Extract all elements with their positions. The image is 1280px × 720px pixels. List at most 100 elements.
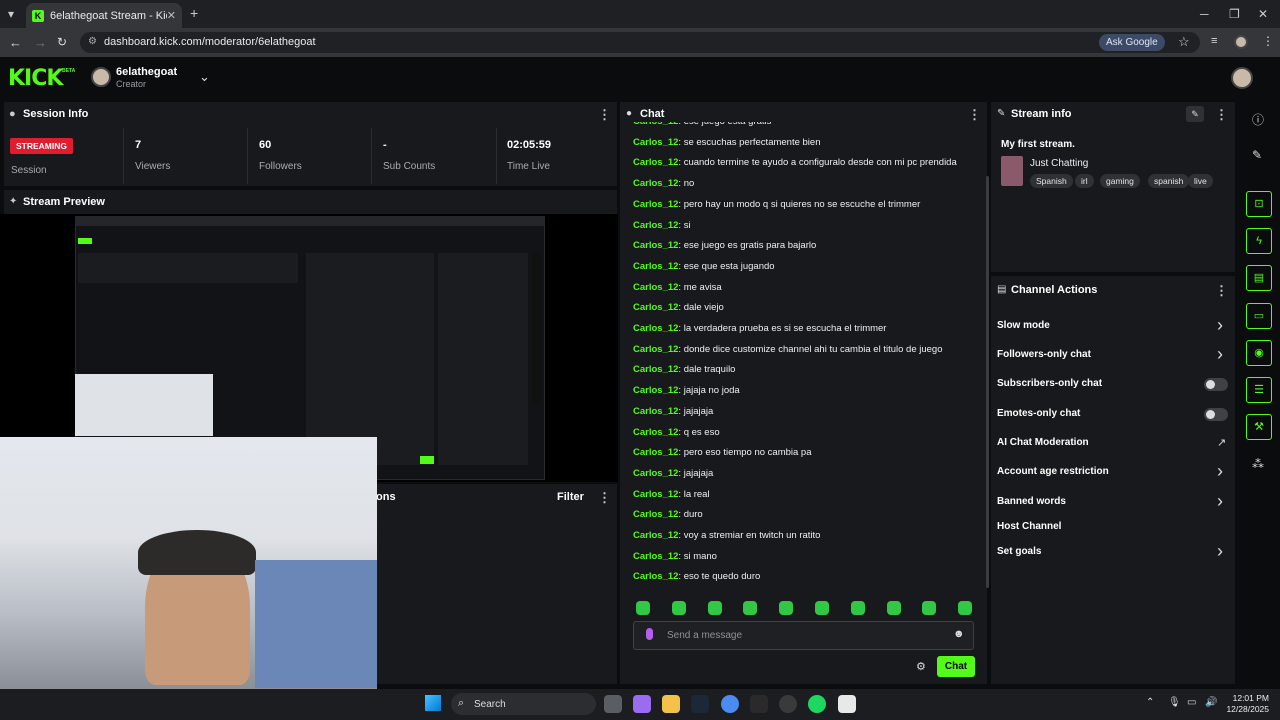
layout-icon[interactable]: ☰ [1246,377,1272,403]
new-tab-icon[interactable]: + [190,5,198,21]
spotify-icon[interactable] [808,695,826,713]
chat-username[interactable]: Carlos_12 [633,122,678,127]
file-explorer-icon[interactable] [662,695,680,713]
chat-username[interactable]: Carlos_12 [633,364,678,375]
close-tab-icon[interactable]: ✕ [167,9,176,22]
browser-menu-icon[interactable]: ⋮ [1262,34,1274,48]
channel-actions-menu-icon[interactable]: ⋮ [1215,283,1228,299]
chat-icon[interactable]: ▭ [1246,303,1272,329]
mic-icon[interactable] [646,628,653,640]
chat-message[interactable]: Carlos_12: no [633,178,694,189]
chat-message[interactable]: Carlos_12: jajajaja [633,468,713,479]
toggle-switch[interactable] [1204,378,1228,391]
emote-quick-icon[interactable] [707,601,722,615]
emote-quick-icon[interactable] [958,601,973,615]
url-field[interactable]: dashboard.kick.com/moderator/6elathegoat [80,32,1200,53]
chat-message[interactable]: Carlos_12: si mano [633,551,717,562]
emoji-picker-icon[interactable]: ☻ [953,628,965,640]
site-info-icon[interactable]: ⚙ [88,36,97,47]
emote-quick-icon[interactable] [743,601,758,615]
chat-username[interactable]: Carlos_12 [633,344,678,355]
kick-logo[interactable]: KICK [8,66,63,91]
media-icon[interactable]: ≡ [1211,35,1217,47]
chat-scrollbar[interactable] [986,176,989,588]
capcut-icon[interactable] [838,695,856,713]
chat-username[interactable]: Carlos_12 [633,447,678,458]
restore-icon[interactable]: ❐ [1229,7,1240,21]
more-tools-icon[interactable]: ⁂ [1252,457,1264,471]
channel-action-slow-mode[interactable]: Slow mode [997,320,1050,331]
chat-message[interactable]: Carlos_12: pero eso tiempo no cambia pa [633,447,812,458]
chat-username[interactable]: Carlos_12 [633,302,678,313]
chat-username[interactable]: Carlos_12 [633,571,678,582]
toggle-switch[interactable] [1204,408,1228,421]
tray-network-icon[interactable]: ▭ [1187,697,1196,708]
chat-settings-gear-icon[interactable]: ⚙ [916,660,926,673]
chat-username[interactable]: Carlos_12 [633,323,678,334]
channel-action-account-age-restriction[interactable]: Account age restriction [997,466,1109,477]
chat-message[interactable]: Carlos_12: q es eso [633,427,720,438]
camera-icon[interactable]: ⊡ [1246,191,1272,217]
chat-username[interactable]: Carlos_12 [633,530,678,541]
send-chat-button[interactable]: Chat [937,656,975,677]
chat-message[interactable]: Carlos_12: jajaja no joda [633,385,740,396]
copilot-icon[interactable] [633,695,651,713]
channel-action-host-channel[interactable]: Host Channel [997,521,1061,532]
chat-username[interactable]: Carlos_12 [633,427,678,438]
chat-message[interactable]: Carlos_12: duro [633,509,703,520]
profile-avatar[interactable] [1234,35,1248,49]
chat-message[interactable]: Carlos_12: voy a stremiar en twitch un r… [633,530,820,541]
stream-info-menu-icon[interactable]: ⋮ [1215,107,1228,123]
chat-message[interactable]: Carlos_12: pero hay un modo q si quieres… [633,199,920,210]
chat-menu-icon[interactable]: ⋮ [968,107,981,123]
bookmark-star-icon[interactable]: ☆ [1178,34,1190,50]
chat-username[interactable]: Carlos_12 [633,385,678,396]
chat-username[interactable]: Carlos_12 [633,199,678,210]
chat-username[interactable]: Carlos_12 [633,509,678,520]
chat-message[interactable]: Carlos_12: ese juego es gratis para baja… [633,240,816,251]
chat-message[interactable]: Carlos_12: la real [633,489,710,500]
clock-date[interactable]: 12/28/2025 [1225,704,1269,714]
chat-username[interactable]: Carlos_12 [633,551,678,562]
external-link-icon[interactable]: ↗ [1217,436,1226,449]
tray-volume-icon[interactable]: 🔊 [1205,697,1217,708]
chat-message[interactable]: Carlos_12: dale viejo [633,302,724,313]
chevron-right-icon[interactable]: › [1217,344,1223,365]
taskbar-search-box[interactable] [451,693,596,715]
chat-message[interactable]: Carlos_12: si [633,220,691,231]
emote-quick-icon[interactable] [671,601,686,615]
chat-message[interactable]: Carlos_12: eso te quedo duro [633,571,760,582]
chat-message[interactable]: Carlos_12: dale traquilo [633,364,735,375]
chat-username[interactable]: Carlos_12 [633,157,678,168]
document-icon[interactable]: ▤ [1246,265,1272,291]
back-icon[interactable]: ← [9,35,22,50]
emote-quick-icon[interactable] [636,601,650,615]
tools-icon[interactable]: ⚒ [1246,414,1272,440]
channel-action-followers-only-chat[interactable]: Followers-only chat [997,349,1091,360]
chevron-right-icon[interactable]: › [1217,541,1223,562]
chat-username[interactable]: Carlos_12 [633,220,678,231]
epic-games-icon[interactable] [750,695,768,713]
chat-message[interactable]: Carlos_12: cuando termine te ayudo a con… [633,157,957,168]
chat-message-list[interactable]: Carlos_12: ese juego esta gratisCarlos_1… [621,122,986,592]
chat-username[interactable]: Carlos_12 [633,261,678,272]
tab-list-icon[interactable]: ▾ [8,7,14,21]
browser-tab[interactable]: K 6elathegoat Stream - Kick Dash ✕ [26,3,182,28]
emote-quick-icon[interactable] [886,601,901,615]
reload-icon[interactable]: ↻ [57,35,67,49]
chat-username[interactable]: Carlos_12 [633,282,678,293]
tray-mic-icon[interactable]: 🎙 [1168,697,1181,708]
chat-message[interactable]: Carlos_12: donde dice customize channel … [633,344,942,355]
chat-username[interactable]: Carlos_12 [633,178,678,189]
minimize-icon[interactable]: ─ [1200,7,1209,21]
chat-message[interactable]: Carlos_12: me avisa [633,282,722,293]
task-view-icon[interactable] [604,695,622,713]
chat-username[interactable]: Carlos_12 [633,468,678,479]
channel-action-ai-chat-moderation[interactable]: AI Chat Moderation [997,437,1089,448]
filter-button[interactable]: Filter [557,491,584,503]
start-windows-icon[interactable] [425,695,441,711]
info-icon[interactable]: ⓘ [1252,111,1264,128]
chat-username[interactable]: Carlos_12 [633,489,678,500]
session-menu-icon[interactable]: ⋮ [598,107,611,123]
lower-panel-menu-icon[interactable]: ⋮ [598,490,611,506]
